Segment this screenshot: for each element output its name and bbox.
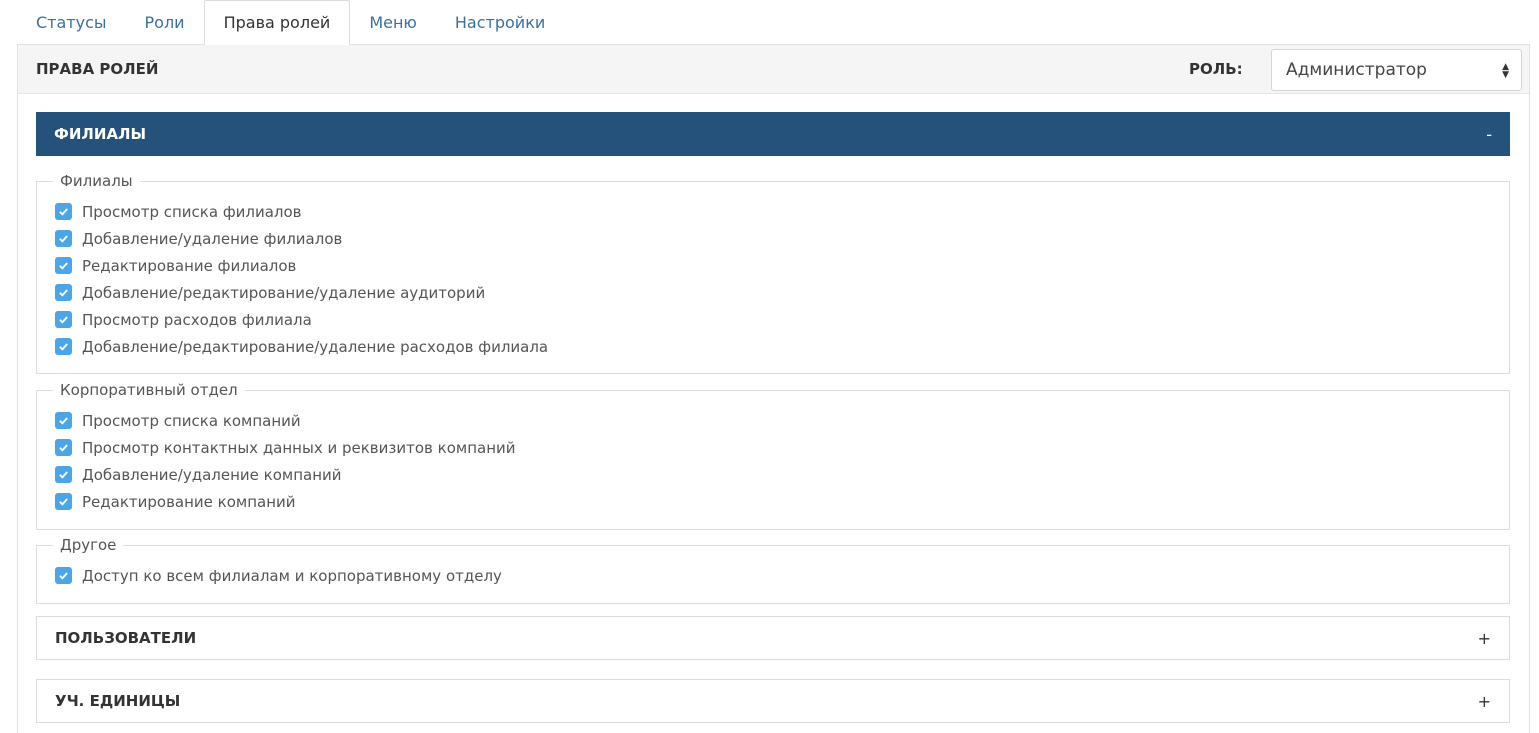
role-select[interactable]: Администратор ▲ ▼ xyxy=(1271,49,1522,91)
group-corporate: Корпоративный отдел Просмотр списка комп… xyxy=(36,381,1510,530)
section-users-header[interactable]: ПОЛЬЗОВАТЕЛИ + xyxy=(36,616,1510,660)
permission-label: Добавление/редактирование/удаление расхо… xyxy=(82,337,549,356)
group-legend: Корпоративный отдел xyxy=(60,381,238,399)
section-title: ФИЛИАЛЫ xyxy=(54,125,147,143)
checkbox-checked-icon[interactable] xyxy=(55,439,72,456)
permissions-panel: ПРАВА РОЛЕЙ РОЛЬ: Администратор ▲ ▼ ФИЛИА… xyxy=(17,44,1530,733)
permission-item[interactable]: Просмотр контактных данных и реквизитов … xyxy=(55,434,1509,461)
group-legend: Другое xyxy=(60,536,117,554)
group-other: Другое Доступ ко всем филиалам и корпора… xyxy=(36,536,1510,604)
checkbox-checked-icon[interactable] xyxy=(55,257,72,274)
permission-item[interactable]: Просмотр списка филиалов xyxy=(55,198,1509,225)
checkbox-checked-icon[interactable] xyxy=(55,493,72,510)
checkbox-checked-icon[interactable] xyxy=(55,466,72,483)
checkbox-checked-icon[interactable] xyxy=(55,203,72,220)
tab-bar: Статусы Роли Права ролей Меню Настройки xyxy=(17,0,564,45)
permission-label: Просмотр списка филиалов xyxy=(82,202,302,221)
permission-label: Доступ ко всем филиалам и корпоративному… xyxy=(82,566,502,585)
tab-role-permissions[interactable]: Права ролей xyxy=(203,0,351,45)
permission-label: Просмотр контактных данных и реквизитов … xyxy=(82,438,516,457)
checkbox-checked-icon[interactable] xyxy=(55,338,72,355)
section-study-units-header[interactable]: УЧ. ЕДИНИЦЫ + xyxy=(36,679,1510,723)
tab-roles[interactable]: Роли xyxy=(126,0,204,45)
role-select-value: Администратор xyxy=(1286,60,1427,80)
tab-menu[interactable]: Меню xyxy=(350,0,436,45)
expand-toggle[interactable]: + xyxy=(1478,629,1491,648)
permission-item[interactable]: Добавление/удаление филиалов xyxy=(55,225,1509,252)
tab-settings[interactable]: Настройки xyxy=(436,0,564,45)
group-legend: Филиалы xyxy=(60,172,133,190)
permission-label: Добавление/удаление филиалов xyxy=(82,229,343,248)
role-label: РОЛЬ: xyxy=(1189,60,1243,78)
checkbox-checked-icon[interactable] xyxy=(55,284,72,301)
permission-label: Добавление/удаление компаний xyxy=(82,465,342,484)
tab-statuses[interactable]: Статусы xyxy=(17,0,126,45)
permission-item[interactable]: Просмотр списка компаний xyxy=(55,407,1509,434)
permission-label: Просмотр списка компаний xyxy=(82,411,301,430)
permission-item[interactable]: Редактирование филиалов xyxy=(55,252,1509,279)
section-title: ПОЛЬЗОВАТЕЛИ xyxy=(55,629,197,647)
panel-header: ПРАВА РОЛЕЙ РОЛЬ: Администратор ▲ ▼ xyxy=(18,45,1529,94)
section-branches-header[interactable]: ФИЛИАЛЫ - xyxy=(36,112,1510,156)
permission-item[interactable]: Добавление/редактирование/удаление расхо… xyxy=(55,333,1509,360)
permission-label: Добавление/редактирование/удаление аудит… xyxy=(82,283,486,302)
permission-item[interactable]: Доступ ко всем филиалам и корпоративному… xyxy=(55,562,1509,589)
permission-item[interactable]: Добавление/удаление компаний xyxy=(55,461,1509,488)
checkbox-checked-icon[interactable] xyxy=(55,230,72,247)
permission-item[interactable]: Просмотр расходов филиала xyxy=(55,306,1509,333)
group-branches: Филиалы Просмотр списка филиалов Добавле… xyxy=(36,172,1510,374)
permission-label: Редактирование филиалов xyxy=(82,256,297,275)
panel-title: ПРАВА РОЛЕЙ xyxy=(36,60,159,78)
collapse-toggle[interactable]: - xyxy=(1486,125,1492,144)
permission-item[interactable]: Добавление/редактирование/удаление аудит… xyxy=(55,279,1509,306)
permission-label: Просмотр расходов филиала xyxy=(82,310,312,329)
select-arrows-icon: ▲ ▼ xyxy=(1502,62,1509,80)
checkbox-checked-icon[interactable] xyxy=(55,412,72,429)
permission-label: Редактирование компаний xyxy=(82,492,296,511)
expand-toggle[interactable]: + xyxy=(1478,692,1491,711)
checkbox-checked-icon[interactable] xyxy=(55,311,72,328)
section-title: УЧ. ЕДИНИЦЫ xyxy=(55,692,181,710)
checkbox-checked-icon[interactable] xyxy=(55,567,72,584)
permission-item[interactable]: Редактирование компаний xyxy=(55,488,1509,515)
